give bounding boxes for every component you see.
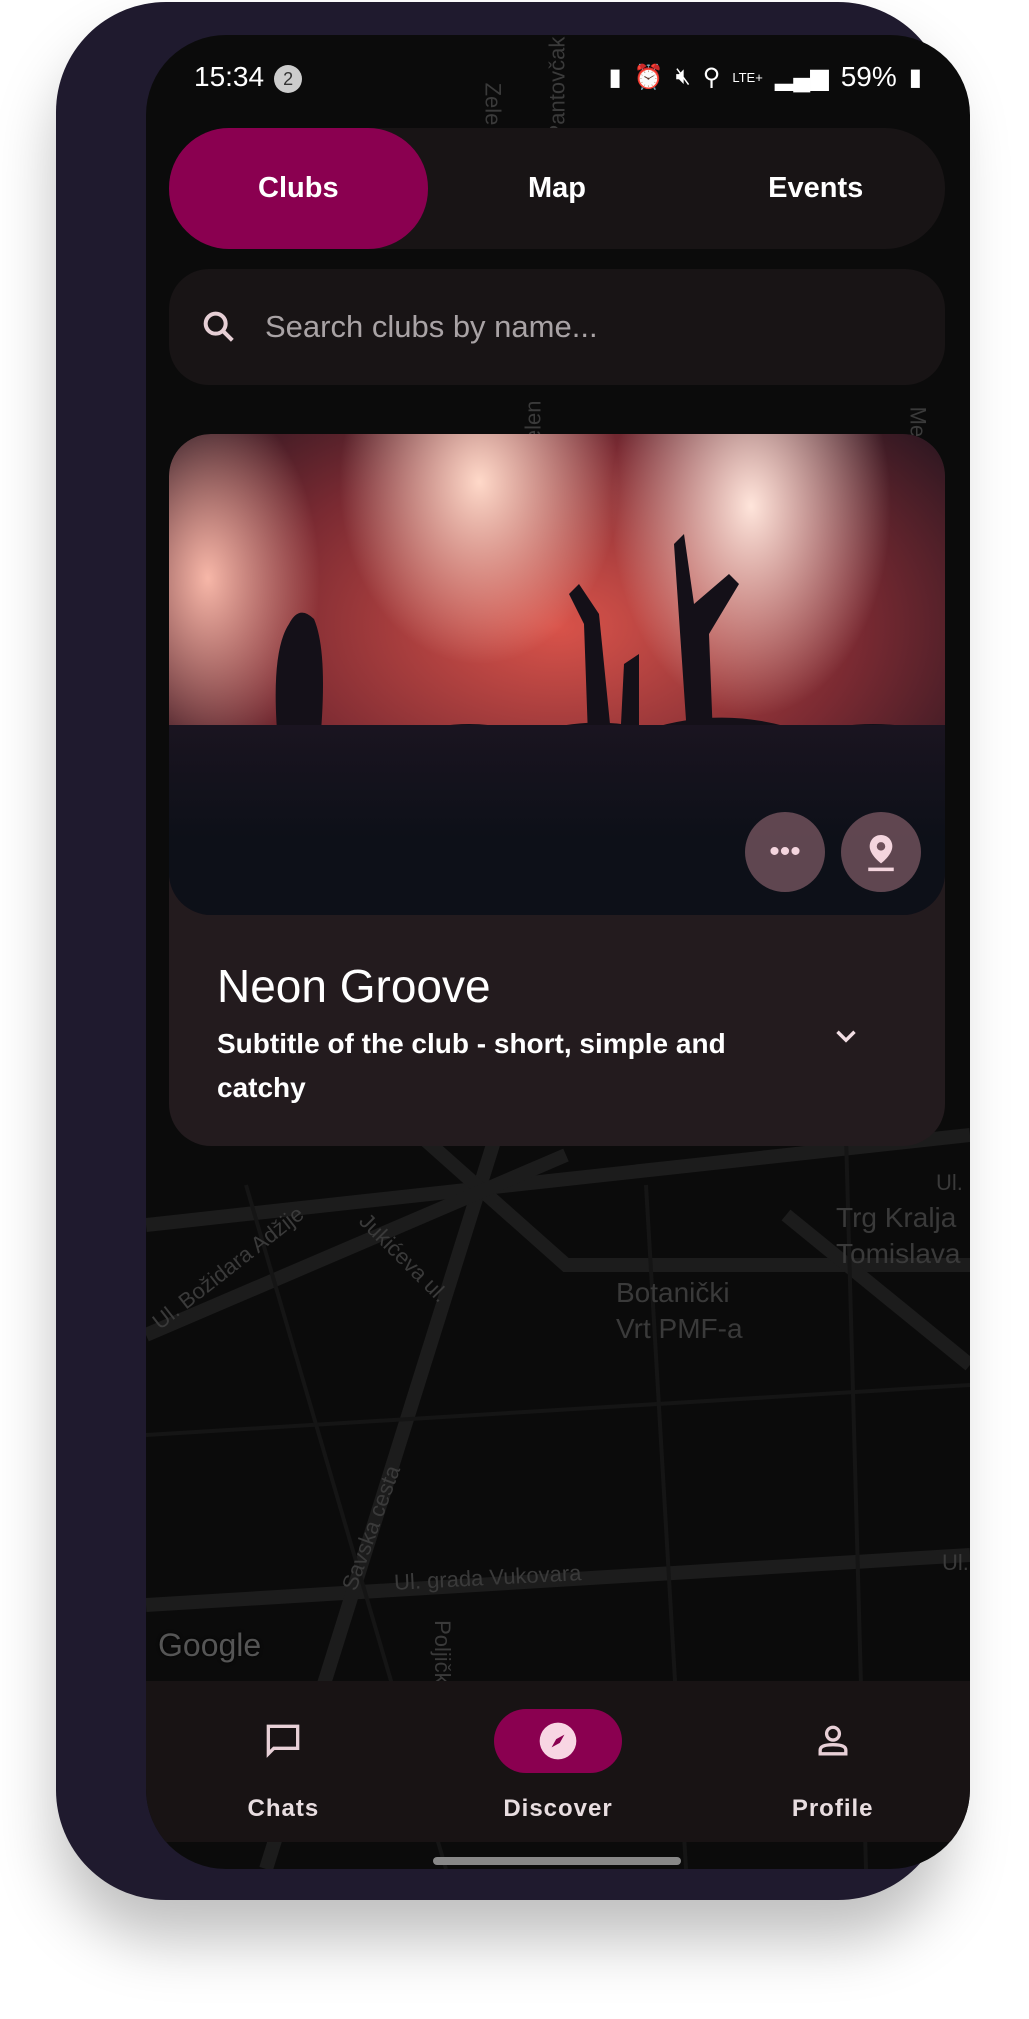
battery-percent: 59% bbox=[840, 61, 897, 92]
more-options-button[interactable]: ••• bbox=[745, 812, 825, 892]
segmented-tabs: Clubs Map Events bbox=[169, 128, 945, 249]
nav-label: Profile bbox=[791, 1795, 874, 1822]
map-label: Ul. bbox=[936, 1170, 963, 1195]
search-placeholder: Search clubs by name... bbox=[265, 309, 598, 344]
compass-icon bbox=[539, 1722, 577, 1760]
location-pin-icon bbox=[868, 835, 894, 872]
nav-label: Chats bbox=[247, 1795, 320, 1822]
network-type: LTE+ bbox=[732, 69, 763, 85]
signal-icon: ▂▄▆ bbox=[774, 63, 829, 91]
map-label: Botanički Vrt PMF-a bbox=[616, 1277, 743, 1344]
tab-map[interactable]: Map bbox=[428, 128, 687, 249]
nav-chats[interactable]: Chats bbox=[146, 1681, 421, 1842]
club-photo: ••• bbox=[169, 434, 945, 915]
google-logo: Google bbox=[158, 1627, 262, 1663]
expand-chevron-icon[interactable] bbox=[829, 1019, 863, 1053]
status-bar: 15:34 2 ▮ ⏰ 🔇︎ ⚲ LTE+ ▂▄▆ 59% ▮ bbox=[194, 57, 922, 97]
notification-count-badge: 2 bbox=[274, 64, 303, 93]
nav-discover[interactable]: Discover bbox=[421, 1681, 696, 1842]
alarm-icon: ⏰ bbox=[633, 63, 664, 91]
club-title: Neon Groove bbox=[217, 960, 491, 1012]
bottom-navigation: Chats Discover Profile bbox=[146, 1681, 970, 1842]
show-on-map-button[interactable] bbox=[841, 812, 921, 892]
clock: 15:34 bbox=[194, 61, 265, 92]
tab-clubs[interactable]: Clubs bbox=[169, 128, 428, 249]
location-icon: ⚲ bbox=[702, 63, 721, 91]
nav-profile[interactable]: Profile bbox=[695, 1681, 970, 1842]
club-card[interactable]: ••• Neon Groove Subtitle of the club - s… bbox=[169, 434, 945, 1146]
map-label: Trg Kralja Tomislava bbox=[836, 1202, 961, 1269]
more-horizontal-icon: ••• bbox=[769, 835, 801, 868]
battery-icon: ▮ bbox=[908, 63, 922, 91]
map-label: Ul. bbox=[942, 1550, 969, 1575]
screen: Pantovčak Zele Zelen Med Ul. Božidara Ad… bbox=[146, 35, 970, 1869]
person-icon bbox=[818, 1725, 848, 1756]
chat-bubble-icon bbox=[267, 1724, 300, 1758]
crowd-shadow bbox=[169, 725, 945, 915]
phone-frame: Pantovčak Zele Zelen Med Ul. Božidara Ad… bbox=[56, 2, 970, 1900]
battery-saver-icon: ▮ bbox=[608, 63, 622, 91]
club-subtitle: Subtitle of the club - short, simple and… bbox=[217, 1028, 726, 1103]
search-input[interactable]: Search clubs by name... bbox=[169, 269, 945, 385]
nav-label: Discover bbox=[503, 1795, 613, 1822]
search-icon bbox=[203, 311, 234, 342]
mute-icon: 🔇︎ bbox=[675, 63, 691, 90]
tab-events[interactable]: Events bbox=[686, 128, 945, 249]
home-indicator[interactable] bbox=[433, 1857, 681, 1865]
